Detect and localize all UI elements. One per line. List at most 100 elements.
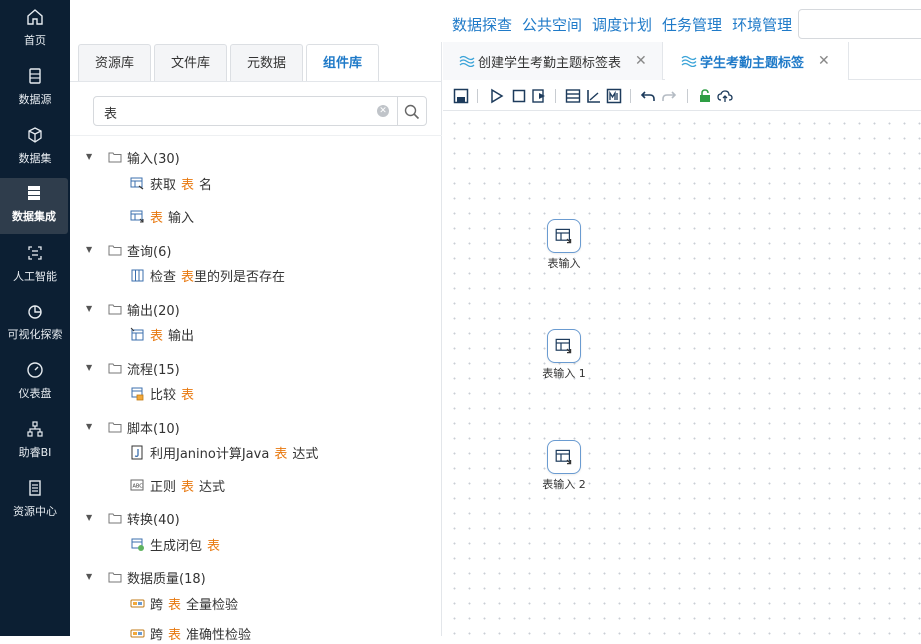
sql-icon[interactable] bbox=[606, 88, 622, 104]
caret-down-icon[interactable]: ▼ bbox=[86, 364, 94, 372]
nav-task-management[interactable]: 任务管理 bbox=[662, 14, 722, 36]
tree-item-text-before: 获取 bbox=[150, 177, 177, 193]
tree-group-flow[interactable]: ▼ 流程(15) bbox=[70, 357, 180, 379]
node-box[interactable] bbox=[547, 219, 581, 253]
folder-icon bbox=[108, 245, 122, 256]
sidebar-item-label: 数据集 bbox=[18, 152, 52, 165]
undo-icon[interactable] bbox=[640, 88, 656, 104]
tree-item-text-after: 输入 bbox=[168, 210, 195, 226]
tree-group-output[interactable]: ▼ 输出(20) bbox=[70, 298, 180, 320]
component-search-input[interactable]: 表 ✕ bbox=[93, 96, 427, 126]
sidebar-item-visual-explore[interactable]: 可视化探索 bbox=[0, 296, 70, 352]
stop-icon[interactable] bbox=[511, 88, 527, 104]
node-label: 表输入 1 bbox=[542, 367, 586, 380]
tree-group-script[interactable]: ▼ 脚本(10) bbox=[70, 416, 180, 438]
sidebar-item-data-integration[interactable]: 数据集成 bbox=[0, 178, 68, 234]
search-match-highlight: 表 bbox=[150, 328, 164, 344]
tree-group-label: 脚本(10) bbox=[127, 421, 180, 437]
search-icon[interactable] bbox=[403, 103, 421, 121]
table-input-icon bbox=[555, 228, 572, 244]
layout-rows-icon[interactable] bbox=[565, 88, 581, 104]
tree-item-check-columns[interactable]: 检查表里的列是否存在 bbox=[130, 264, 285, 286]
caret-down-icon[interactable]: ▼ bbox=[86, 246, 94, 254]
axis-icon[interactable] bbox=[586, 88, 602, 104]
run-icon[interactable] bbox=[489, 88, 505, 104]
clear-icon[interactable]: ✕ bbox=[377, 105, 389, 117]
search-value[interactable]: 表 bbox=[104, 103, 117, 122]
lock-icon[interactable] bbox=[697, 88, 713, 104]
search-match-highlight: 表 bbox=[168, 597, 182, 613]
sidebar-item-label: 数据源 bbox=[18, 93, 52, 106]
sidebar-item-resource-center[interactable]: 资源中心 bbox=[0, 473, 70, 529]
caret-down-icon[interactable]: ▼ bbox=[86, 153, 94, 161]
svg-text:ABC: ABC bbox=[133, 483, 144, 489]
sidebar-item-dashboard[interactable]: 仪表盘 bbox=[0, 355, 70, 411]
tree-item-text-after: 全量检验 bbox=[186, 597, 239, 613]
tree-group-label: 数据质量(18) bbox=[127, 571, 206, 587]
sidebar-item-ai[interactable]: 人工智能 bbox=[0, 238, 70, 294]
tree-item-generate-closure[interactable]: 生成闭包表 bbox=[130, 533, 225, 555]
tree-group-input[interactable]: ▼ 输入(30) bbox=[70, 146, 180, 168]
save-icon[interactable] bbox=[453, 88, 469, 104]
top-search-input[interactable] bbox=[798, 9, 921, 39]
sidebar-item-datasource[interactable]: 数据源 bbox=[0, 61, 70, 117]
canvas-node-table-input-1[interactable]: 表输入 1 bbox=[534, 329, 594, 381]
tab-metadata[interactable]: 元数据 bbox=[230, 44, 304, 82]
search-match-highlight: 表 bbox=[150, 210, 164, 226]
top-nav: 数据探查 公共空间 调度计划 任务管理 环境管理 bbox=[452, 14, 792, 36]
table-input-icon bbox=[555, 338, 572, 354]
tree-item-regex[interactable]: ABC 正则表达式 bbox=[130, 474, 225, 496]
tree-item-table-output[interactable]: 表输出 bbox=[130, 323, 194, 345]
tab-create-attendance-tag-table[interactable]: 创建学生考勤主题标签表 ✕ bbox=[443, 42, 663, 80]
nav-data-explore[interactable]: 数据探查 bbox=[452, 14, 512, 36]
sidebar-item-home[interactable]: 首页 bbox=[0, 2, 70, 58]
caret-down-icon[interactable]: ▼ bbox=[86, 573, 94, 581]
close-icon[interactable]: ✕ bbox=[818, 53, 830, 69]
tree-item-text-after: 名 bbox=[199, 177, 213, 193]
tree-item-cross-table-accuracy-check[interactable]: 跨表准确性检验 bbox=[130, 622, 251, 644]
sidebar-item-zhurui-bi[interactable]: 助睿BI bbox=[0, 414, 70, 470]
toolbar-separator bbox=[630, 89, 631, 103]
canvas-node-table-input-2[interactable]: 表输入 2 bbox=[534, 440, 594, 492]
tree-group-data-quality[interactable]: ▼ 数据质量(18) bbox=[70, 566, 206, 588]
sidebar-item-dataset[interactable]: 数据集 bbox=[0, 120, 70, 176]
step-run-icon[interactable] bbox=[531, 88, 547, 104]
tree-item-compare-table[interactable]: 比较表 bbox=[130, 382, 199, 404]
tree-item-text-after: 准确性检验 bbox=[186, 627, 252, 643]
flow-canvas[interactable]: 表输入 表输入 1 表输入 2 bbox=[443, 112, 921, 636]
tree-item-get-table-name[interactable]: 获取表名 bbox=[130, 172, 212, 194]
tab-label: 创建学生考勤主题标签表 bbox=[478, 55, 622, 71]
tab-file-library[interactable]: 文件库 bbox=[154, 44, 228, 82]
wave-icon bbox=[681, 55, 697, 67]
tree-group-query[interactable]: ▼ 查询(6) bbox=[70, 239, 171, 261]
cube-icon bbox=[28, 127, 42, 143]
server-stack-icon bbox=[28, 186, 40, 200]
canvas-node-table-input[interactable]: 表输入 bbox=[534, 219, 594, 271]
tree-group-transform[interactable]: ▼ 转换(40) bbox=[70, 507, 180, 529]
nav-environment-management[interactable]: 环境管理 bbox=[732, 14, 792, 36]
ai-scan-icon bbox=[28, 246, 42, 260]
tab-resource-library[interactable]: 资源库 bbox=[78, 44, 152, 82]
folder-icon bbox=[108, 572, 122, 583]
nav-schedule-plan[interactable]: 调度计划 bbox=[592, 14, 652, 36]
tabs-divider bbox=[70, 81, 442, 82]
nav-public-space[interactable]: 公共空间 bbox=[522, 14, 582, 36]
node-box[interactable] bbox=[547, 440, 581, 474]
tab-component-library[interactable]: 组件库 bbox=[306, 44, 380, 82]
caret-down-icon[interactable]: ▼ bbox=[86, 305, 94, 313]
tree-item-cross-table-full-check[interactable]: 跨表全量检验 bbox=[130, 592, 238, 614]
tree-item-janino-expression[interactable]: 利用Janino计算Java 表达式 bbox=[130, 441, 318, 463]
editor-tabs: 创建学生考勤主题标签表 ✕ 学生考勤主题标签 ✕ bbox=[443, 42, 921, 80]
caret-down-icon[interactable]: ▼ bbox=[86, 514, 94, 522]
node-box[interactable] bbox=[547, 329, 581, 363]
table-output-icon bbox=[130, 327, 144, 340]
close-icon[interactable]: ✕ bbox=[635, 53, 647, 69]
search-match-highlight: 表 bbox=[207, 538, 221, 554]
redo-icon[interactable] bbox=[661, 88, 677, 104]
tree-item-table-input[interactable]: 表输入 bbox=[130, 205, 194, 227]
node-label: 表输入 2 bbox=[542, 478, 586, 491]
upload-cloud-icon[interactable] bbox=[717, 88, 733, 104]
tab-attendance-tag[interactable]: 学生考勤主题标签 ✕ bbox=[665, 42, 849, 80]
search-divider bbox=[70, 135, 442, 136]
caret-down-icon[interactable]: ▼ bbox=[86, 423, 94, 431]
